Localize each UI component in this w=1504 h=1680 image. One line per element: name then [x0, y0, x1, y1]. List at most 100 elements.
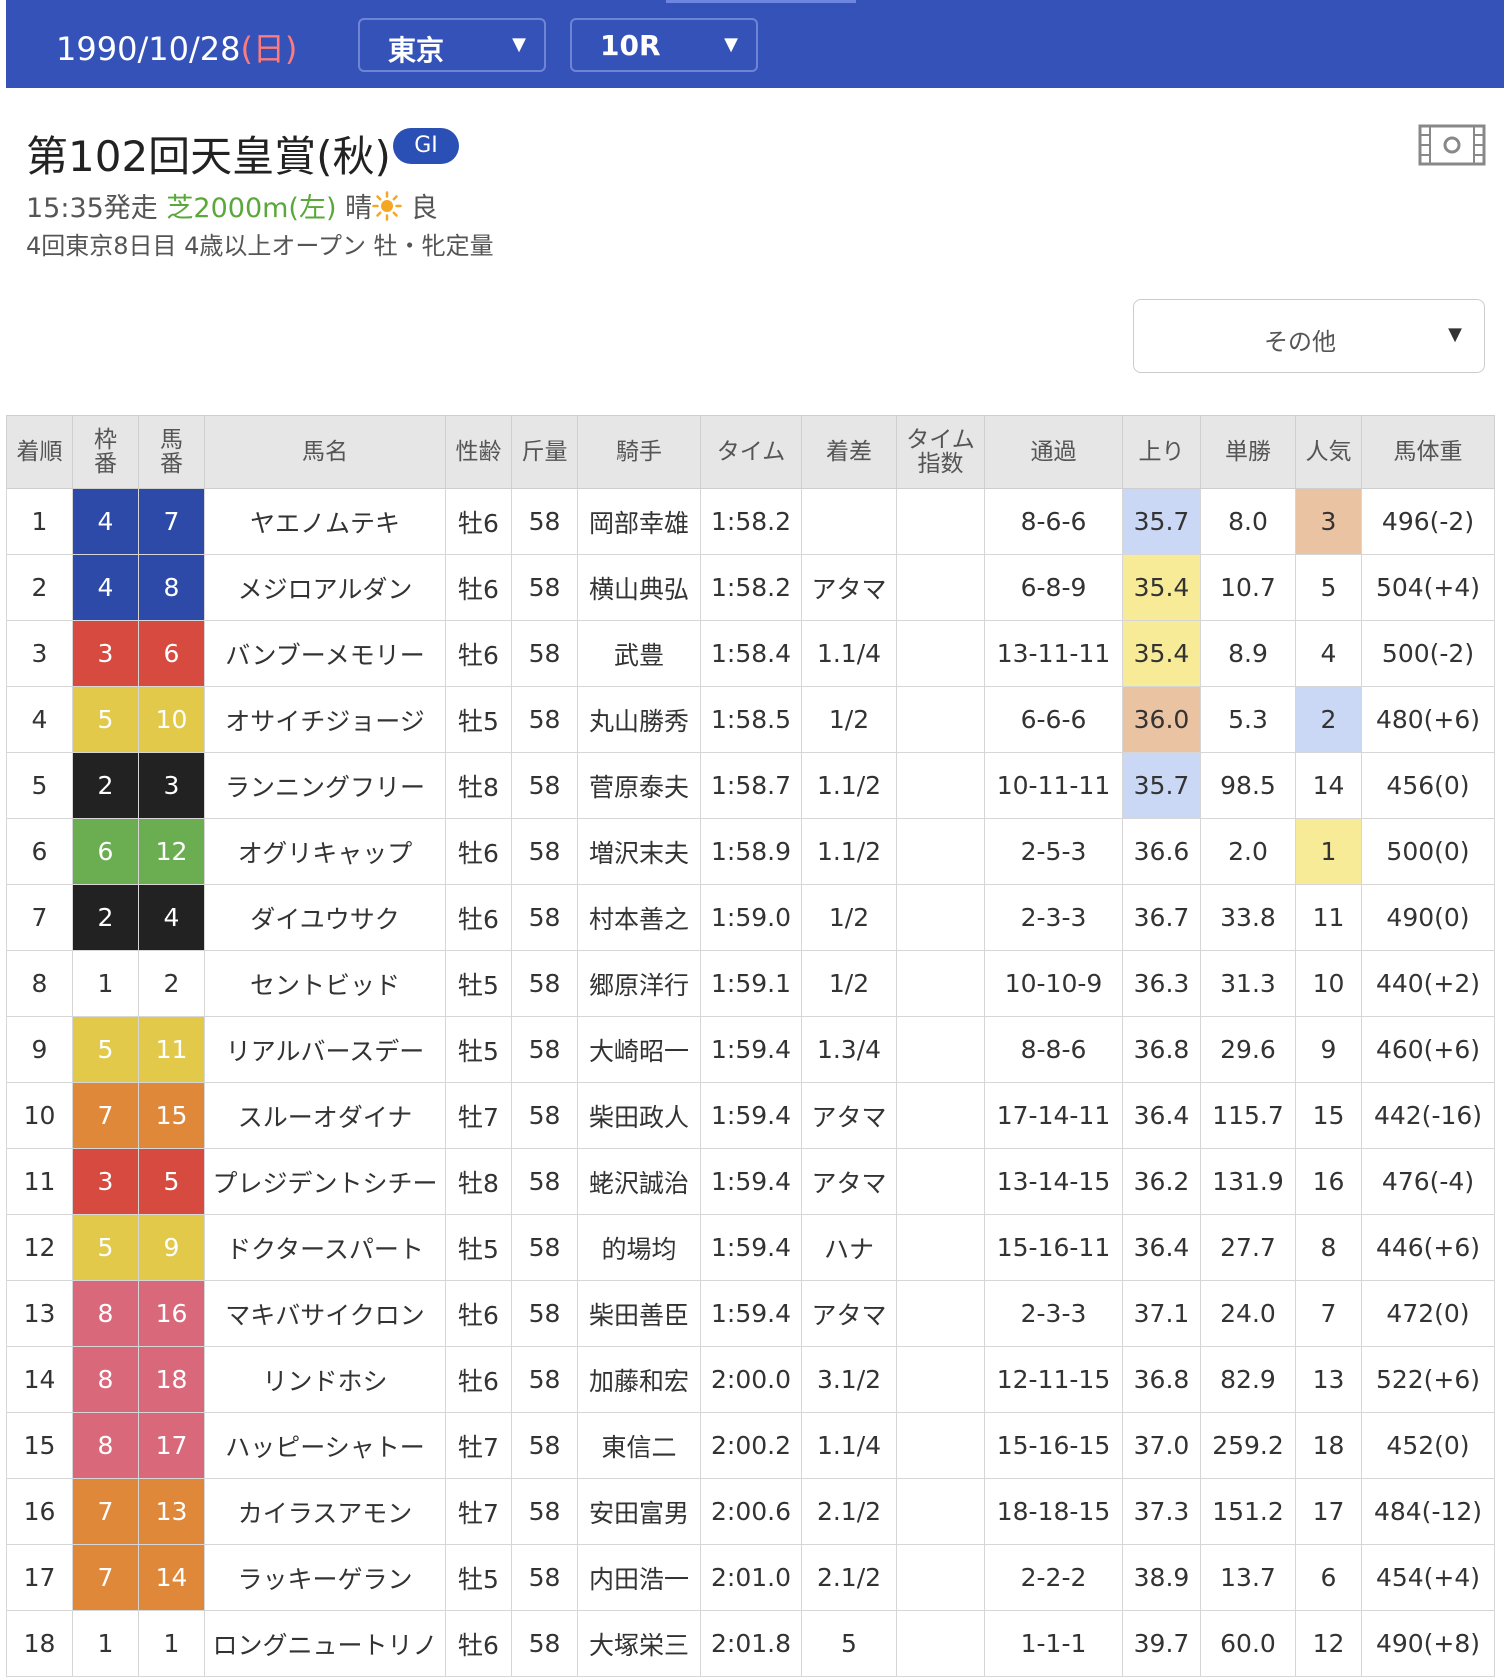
horse-number-cell: 1 — [138, 1610, 205, 1677]
top-scroll-indicator — [666, 0, 856, 3]
passing-cell: 15-16-15 — [984, 1412, 1123, 1479]
weight-carried-cell: 58 — [511, 488, 578, 555]
last3f-cell: 36.2 — [1122, 1148, 1201, 1215]
horse-number-cell: 8 — [138, 554, 205, 621]
weight-carried-cell: 58 — [511, 1346, 578, 1413]
time-index-cell — [896, 950, 985, 1017]
header-margin[interactable]: 着差 — [801, 415, 897, 489]
frame-cell: 8 — [72, 1346, 139, 1413]
jockey-link[interactable]: 岡部幸雄 — [577, 488, 701, 555]
popularity-cell: 6 — [1295, 1544, 1362, 1611]
header-passing[interactable]: 通過 — [984, 415, 1123, 489]
odds-cell: 10.7 — [1200, 554, 1296, 621]
jockey-link[interactable]: 蛯沢誠治 — [577, 1148, 701, 1215]
last3f-cell: 35.7 — [1122, 488, 1201, 555]
last3f-cell: 36.4 — [1122, 1214, 1201, 1281]
horse-name-link[interactable]: スルーオダイナ — [204, 1082, 446, 1149]
horse-name-link[interactable]: オグリキャップ — [204, 818, 446, 885]
table-row: 12 5 9 ドクタースパート 牡5 58 的場均 1:59.4 ハナ 15-16-11 36.4 2… — [6, 1214, 1495, 1281]
time-index-cell — [896, 1346, 985, 1413]
time-cell: 1:58.5 — [700, 686, 802, 753]
header-last3f[interactable]: 上り — [1122, 415, 1201, 489]
header-frame[interactable]: 枠番 — [72, 415, 139, 489]
venue-select[interactable]: 東京 ▼ — [358, 18, 546, 72]
horse-name-link[interactable]: ロングニュートリノ — [204, 1610, 446, 1677]
horse-name-link[interactable]: リンドホシ — [204, 1346, 446, 1413]
sex-age-cell: 牡6 — [445, 818, 512, 885]
horse-name-link[interactable]: ハッピーシャトー — [204, 1412, 446, 1479]
horse-name-link[interactable]: ダイユウサク — [204, 884, 446, 951]
jockey-link[interactable]: 東信二 — [577, 1412, 701, 1479]
passing-cell: 10-10-9 — [984, 950, 1123, 1017]
body-weight-cell: 490(0) — [1361, 884, 1495, 951]
frame-cell: 1 — [72, 950, 139, 1017]
horse-name-link[interactable]: メジロアルダン — [204, 554, 446, 621]
last3f-cell: 36.4 — [1122, 1082, 1201, 1149]
horse-name-link[interactable]: マキバサイクロン — [204, 1280, 446, 1347]
odds-cell: 82.9 — [1200, 1346, 1296, 1413]
table-row: 11 3 5 プレジデントシチー 牡8 58 蛯沢誠治 1:59.4 アタマ 13-14-15 36… — [6, 1148, 1495, 1215]
position-cell: 2 — [6, 554, 73, 621]
sex-age-cell: 牡8 — [445, 1148, 512, 1215]
time-index-cell — [896, 1478, 985, 1545]
time-cell: 1:58.2 — [700, 554, 802, 621]
header-horse-name[interactable]: 馬名 — [204, 415, 446, 489]
jockey-link[interactable]: 菅原泰夫 — [577, 752, 701, 819]
jockey-link[interactable]: 内田浩一 — [577, 1544, 701, 1611]
header-weight-carried[interactable]: 斤量 — [511, 415, 578, 489]
horse-name-link[interactable]: ヤエノムテキ — [204, 488, 446, 555]
horse-name-link[interactable]: ドクタースパート — [204, 1214, 446, 1281]
horse-name-link[interactable]: オサイチジョージ — [204, 686, 446, 753]
jockey-link[interactable]: 大崎昭一 — [577, 1016, 701, 1083]
passing-cell: 15-16-11 — [984, 1214, 1123, 1281]
popularity-cell: 3 — [1295, 488, 1362, 555]
odds-cell: 24.0 — [1200, 1280, 1296, 1347]
other-select[interactable]: その他 ▼ — [1133, 299, 1485, 373]
header-horse-number[interactable]: 馬番 — [138, 415, 205, 489]
header-sex-age[interactable]: 性齢 — [445, 415, 512, 489]
sex-age-cell: 牡5 — [445, 1016, 512, 1083]
time-cell: 2:01.8 — [700, 1610, 802, 1677]
header-position[interactable]: 着順 — [6, 415, 73, 489]
jockey-link[interactable]: 村本善之 — [577, 884, 701, 951]
table-row: 8 1 2 セントビッド 牡5 58 郷原洋行 1:59.1 1/2 10-10-9 36.3 31.… — [6, 950, 1495, 1017]
horse-name-link[interactable]: セントビッド — [204, 950, 446, 1017]
jockey-link[interactable]: 横山典弘 — [577, 554, 701, 621]
horse-name-link[interactable]: プレジデントシチー — [204, 1148, 446, 1215]
horse-name-link[interactable]: ランニングフリー — [204, 752, 446, 819]
jockey-link[interactable]: 柴田政人 — [577, 1082, 701, 1149]
margin-cell — [801, 488, 897, 555]
jockey-link[interactable]: 郷原洋行 — [577, 950, 701, 1017]
horse-name-link[interactable]: カイラスアモン — [204, 1478, 446, 1545]
horse-name-link[interactable]: ラッキーゲラン — [204, 1544, 446, 1611]
header-popularity[interactable]: 人気 — [1295, 415, 1362, 489]
jockey-link[interactable]: 柴田善臣 — [577, 1280, 701, 1347]
jockey-link[interactable]: 大塚栄三 — [577, 1610, 701, 1677]
jockey-link[interactable]: 的場均 — [577, 1214, 701, 1281]
jockey-link[interactable]: 安田富男 — [577, 1478, 701, 1545]
table-row: 2 4 8 メジロアルダン 牡6 58 横山典弘 1:58.2 アタマ 6-8-9 35.4 10.7… — [6, 554, 1495, 621]
weight-carried-cell: 58 — [511, 1544, 578, 1611]
horse-number-cell: 14 — [138, 1544, 205, 1611]
position-cell: 3 — [6, 620, 73, 687]
jockey-link[interactable]: 丸山勝秀 — [577, 686, 701, 753]
position-cell: 17 — [6, 1544, 73, 1611]
header-jockey[interactable]: 騎手 — [577, 415, 701, 489]
jockey-link[interactable]: 増沢末夫 — [577, 818, 701, 885]
sex-age-cell: 牡8 — [445, 752, 512, 819]
horse-name-link[interactable]: バンブーメモリー — [204, 620, 446, 687]
table-row: 3 3 6 バンブーメモリー 牡6 58 武豊 1:58.4 1.1/4 13-11-11 35.4… — [6, 620, 1495, 687]
header-time[interactable]: タイム — [700, 415, 802, 489]
header-time-index[interactable]: タイム指数 — [896, 415, 985, 489]
passing-cell: 2-3-3 — [984, 884, 1123, 951]
time-index-cell — [896, 1082, 985, 1149]
race-date: 1990/10/28(日) — [56, 24, 297, 70]
odds-cell: 60.0 — [1200, 1610, 1296, 1677]
jockey-link[interactable]: 加藤和宏 — [577, 1346, 701, 1413]
video-icon[interactable] — [1418, 124, 1486, 166]
jockey-link[interactable]: 武豊 — [577, 620, 701, 687]
header-odds[interactable]: 単勝 — [1200, 415, 1296, 489]
race-number-select[interactable]: 10R ▼ — [570, 18, 758, 72]
header-body-weight[interactable]: 馬体重 — [1361, 415, 1495, 489]
horse-name-link[interactable]: リアルバースデー — [204, 1016, 446, 1083]
